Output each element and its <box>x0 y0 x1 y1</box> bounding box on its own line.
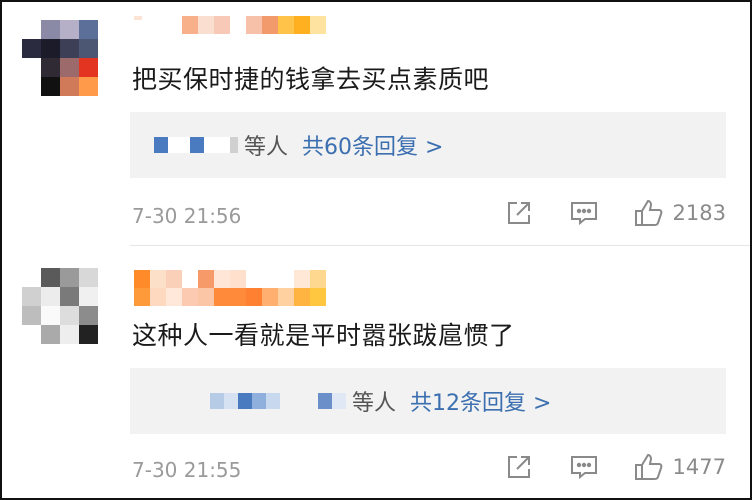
comment-item: 这种人一看就是平时嚣张跋扈惯了 等人 共12条回复 > 7-30 21:55 1… <box>2 248 750 500</box>
share-icon <box>507 456 530 478</box>
comment-text: 这种人一看就是平时嚣张跋扈惯了 <box>132 321 515 350</box>
comment-actions: 1477 <box>505 452 726 482</box>
view-replies-link[interactable]: 共12条回复 > <box>410 385 551 417</box>
comment-item: 把买保时捷的钱拿去买点素质吧 等人 共60条回复 > 7-30 21:56 21… <box>2 2 750 246</box>
reply-user-avatars <box>210 393 280 409</box>
replies-summary[interactable]: 等人 共12条回复 > <box>130 368 726 434</box>
comment-button[interactable] <box>569 199 599 227</box>
comment-button[interactable] <box>569 453 599 481</box>
comment-icon <box>570 456 597 480</box>
view-replies-link[interactable]: 共60条回复 > <box>302 129 443 161</box>
comment-text: 把买保时捷的钱拿去买点素质吧 <box>132 65 490 94</box>
like-button[interactable]: 2183 <box>633 198 726 228</box>
replies-summary[interactable]: 等人 共60条回复 > <box>130 112 726 178</box>
others-label: 等人 <box>352 391 397 416</box>
share-button[interactable] <box>505 453 533 481</box>
others-label: 等人 <box>244 135 289 160</box>
share-button[interactable] <box>505 199 533 227</box>
comment-time: 7-30 21:56 <box>132 204 242 228</box>
like-button[interactable]: 1477 <box>633 452 726 482</box>
comment-actions: 2183 <box>505 198 726 228</box>
reply-user-avatars <box>318 393 346 409</box>
like-icon <box>634 199 662 226</box>
like-count: 1477 <box>672 455 726 479</box>
like-count: 2183 <box>672 201 726 225</box>
username[interactable] <box>134 16 326 38</box>
divider <box>130 245 750 246</box>
avatar[interactable] <box>22 20 98 96</box>
avatar[interactable] <box>22 268 98 344</box>
reply-user-avatars <box>154 137 238 153</box>
like-icon <box>634 453 662 480</box>
share-icon <box>507 202 530 224</box>
username[interactable] <box>134 270 326 306</box>
comment-icon <box>570 202 597 226</box>
comment-time: 7-30 21:55 <box>132 458 242 482</box>
